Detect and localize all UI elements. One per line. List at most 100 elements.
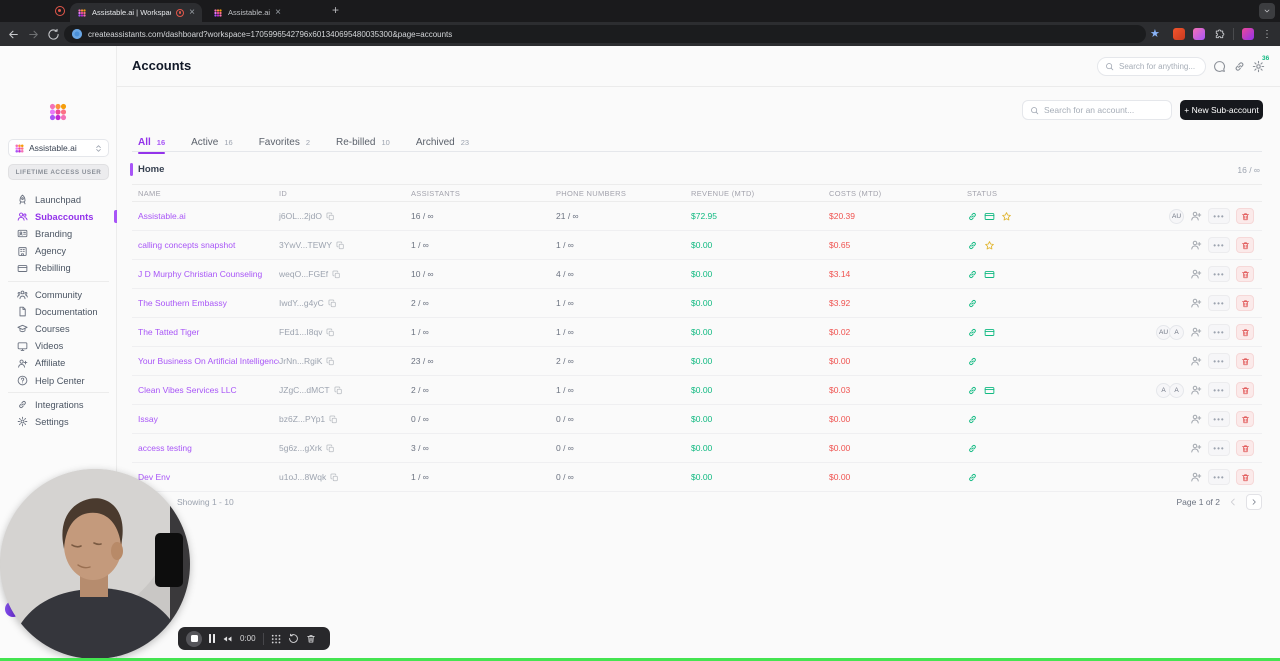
link-status-icon[interactable] [967, 472, 978, 483]
link-status-icon[interactable] [967, 298, 978, 309]
favorite-star-icon[interactable] [984, 240, 995, 251]
sidebar-item[interactable]: Agency [0, 243, 117, 260]
row-menu-button[interactable]: ••• [1208, 440, 1230, 456]
link-status-icon[interactable] [967, 356, 978, 367]
sidebar-item[interactable]: Settings [0, 413, 117, 430]
sidebar-item[interactable]: Branding [0, 225, 117, 242]
account-name-link[interactable]: Assistable.ai [138, 211, 279, 221]
forward-icon[interactable] [27, 28, 40, 41]
filter-tab[interactable]: All 16 [138, 133, 166, 154]
filter-tab[interactable]: Favorites 2 [259, 133, 310, 151]
row-menu-button[interactable]: ••• [1208, 208, 1230, 224]
link-status-icon[interactable] [967, 385, 978, 396]
sidebar-item[interactable]: Launchpad [0, 191, 117, 208]
billing-status-icon[interactable] [984, 211, 995, 222]
add-user-icon[interactable] [1190, 210, 1202, 222]
account-name-link[interactable]: Issay [138, 414, 279, 424]
link-status-icon[interactable] [967, 443, 978, 454]
global-search[interactable] [1097, 57, 1206, 76]
new-tab-button[interactable]: + [332, 3, 339, 17]
billing-status-icon[interactable] [984, 385, 995, 396]
delete-account-button[interactable] [1236, 237, 1254, 253]
add-user-icon[interactable] [1190, 239, 1202, 251]
new-subaccount-button[interactable]: + New Sub-account [1180, 100, 1263, 120]
row-menu-button[interactable]: ••• [1208, 411, 1230, 427]
account-name-link[interactable]: The Southern Embassy [138, 298, 279, 308]
account-name-link[interactable]: The Tatted Tiger [138, 327, 279, 337]
sidebar-item[interactable]: Integrations [0, 396, 117, 413]
filter-tab[interactable]: Archived 23 [416, 133, 469, 151]
add-user-icon[interactable] [1190, 326, 1202, 338]
account-search-input[interactable] [1044, 105, 1164, 115]
delete-account-button[interactable] [1236, 382, 1254, 398]
account-name-link[interactable]: calling concepts snapshot [138, 240, 279, 250]
copy-icon[interactable] [329, 415, 338, 424]
add-user-icon[interactable] [1190, 268, 1202, 280]
add-user-icon[interactable] [1190, 355, 1202, 367]
account-name-link[interactable]: Your Business On Artificial Intelligence… [138, 356, 279, 366]
sidebar-item[interactable]: Courses [0, 320, 117, 337]
sidebar-item[interactable]: Community [0, 286, 117, 303]
delete-account-button[interactable] [1236, 440, 1254, 456]
account-search[interactable] [1022, 100, 1172, 120]
add-user-icon[interactable] [1190, 297, 1202, 309]
delete-account-button[interactable] [1236, 208, 1254, 224]
link-icon[interactable] [1233, 60, 1246, 73]
copy-icon[interactable] [326, 328, 335, 337]
delete-account-button[interactable] [1236, 266, 1254, 282]
sidebar-item[interactable]: Affiliate [0, 355, 117, 372]
row-menu-button[interactable]: ••• [1208, 324, 1230, 340]
previous-page-icon[interactable] [1228, 497, 1238, 507]
url-text[interactable]: createassistants.com/dashboard?workspace… [88, 30, 452, 39]
link-status-icon[interactable] [967, 240, 978, 251]
billing-status-icon[interactable] [984, 269, 995, 280]
link-status-icon[interactable] [967, 211, 978, 222]
tab-close-icon[interactable]: × [189, 7, 195, 18]
account-name-link[interactable]: J D Murphy Christian Counseling [138, 269, 279, 279]
row-menu-button[interactable]: ••• [1208, 353, 1230, 369]
url-bar[interactable]: createassistants.com/dashboard?workspace… [64, 25, 1146, 43]
sidebar-item[interactable]: Documentation [0, 303, 117, 320]
next-page-button[interactable] [1246, 494, 1262, 510]
delete-account-button[interactable] [1236, 469, 1254, 485]
add-user-icon[interactable] [1190, 384, 1202, 396]
workspace-selector[interactable]: Assistable.ai [8, 139, 109, 157]
add-user-icon[interactable] [1190, 413, 1202, 425]
browser-tab-assistable[interactable]: Assistable.ai × [206, 3, 324, 22]
copy-icon[interactable] [326, 357, 335, 366]
favorite-star-icon[interactable] [1001, 211, 1012, 222]
sidebar-item[interactable]: Videos [0, 338, 117, 355]
delete-account-button[interactable] [1236, 353, 1254, 369]
delete-account-button[interactable] [1236, 411, 1254, 427]
copy-icon[interactable] [334, 386, 343, 395]
copy-icon[interactable] [326, 444, 335, 453]
chat-icon[interactable] [1213, 60, 1226, 73]
add-user-icon[interactable] [1190, 442, 1202, 454]
row-menu-button[interactable]: ••• [1208, 295, 1230, 311]
bookmark-star-icon[interactable]: ★ [1150, 26, 1160, 43]
link-status-icon[interactable] [967, 327, 978, 338]
account-name-link[interactable]: Clean Vibes Services LLC [138, 385, 279, 395]
copy-icon[interactable] [328, 299, 337, 308]
copy-icon[interactable] [336, 241, 345, 250]
delete-account-button[interactable] [1236, 295, 1254, 311]
copy-icon[interactable] [326, 212, 335, 221]
back-icon[interactable] [7, 28, 20, 41]
filter-tab[interactable]: Active 16 [191, 133, 233, 151]
delete-account-button[interactable] [1236, 324, 1254, 340]
billing-status-icon[interactable] [984, 327, 995, 338]
delete-recording-icon[interactable] [306, 633, 316, 644]
plan-badge[interactable]: LIFETIME ACCESS USER [8, 164, 109, 180]
sidebar-item[interactable]: Subaccounts [0, 208, 117, 225]
row-menu-button[interactable]: ••• [1208, 266, 1230, 282]
pause-recording-button[interactable] [209, 634, 215, 643]
stop-recording-button[interactable] [186, 630, 202, 647]
tab-close-icon[interactable]: × [275, 7, 281, 18]
add-user-icon[interactable] [1190, 471, 1202, 483]
browser-profile-avatar[interactable] [1242, 28, 1254, 40]
account-name-link[interactable]: Dev Env [138, 472, 279, 482]
effects-grid-icon[interactable] [270, 633, 281, 644]
link-status-icon[interactable] [967, 269, 978, 280]
rewind-icon[interactable] [222, 634, 233, 644]
tab-search-chevron-icon[interactable] [1259, 3, 1275, 19]
